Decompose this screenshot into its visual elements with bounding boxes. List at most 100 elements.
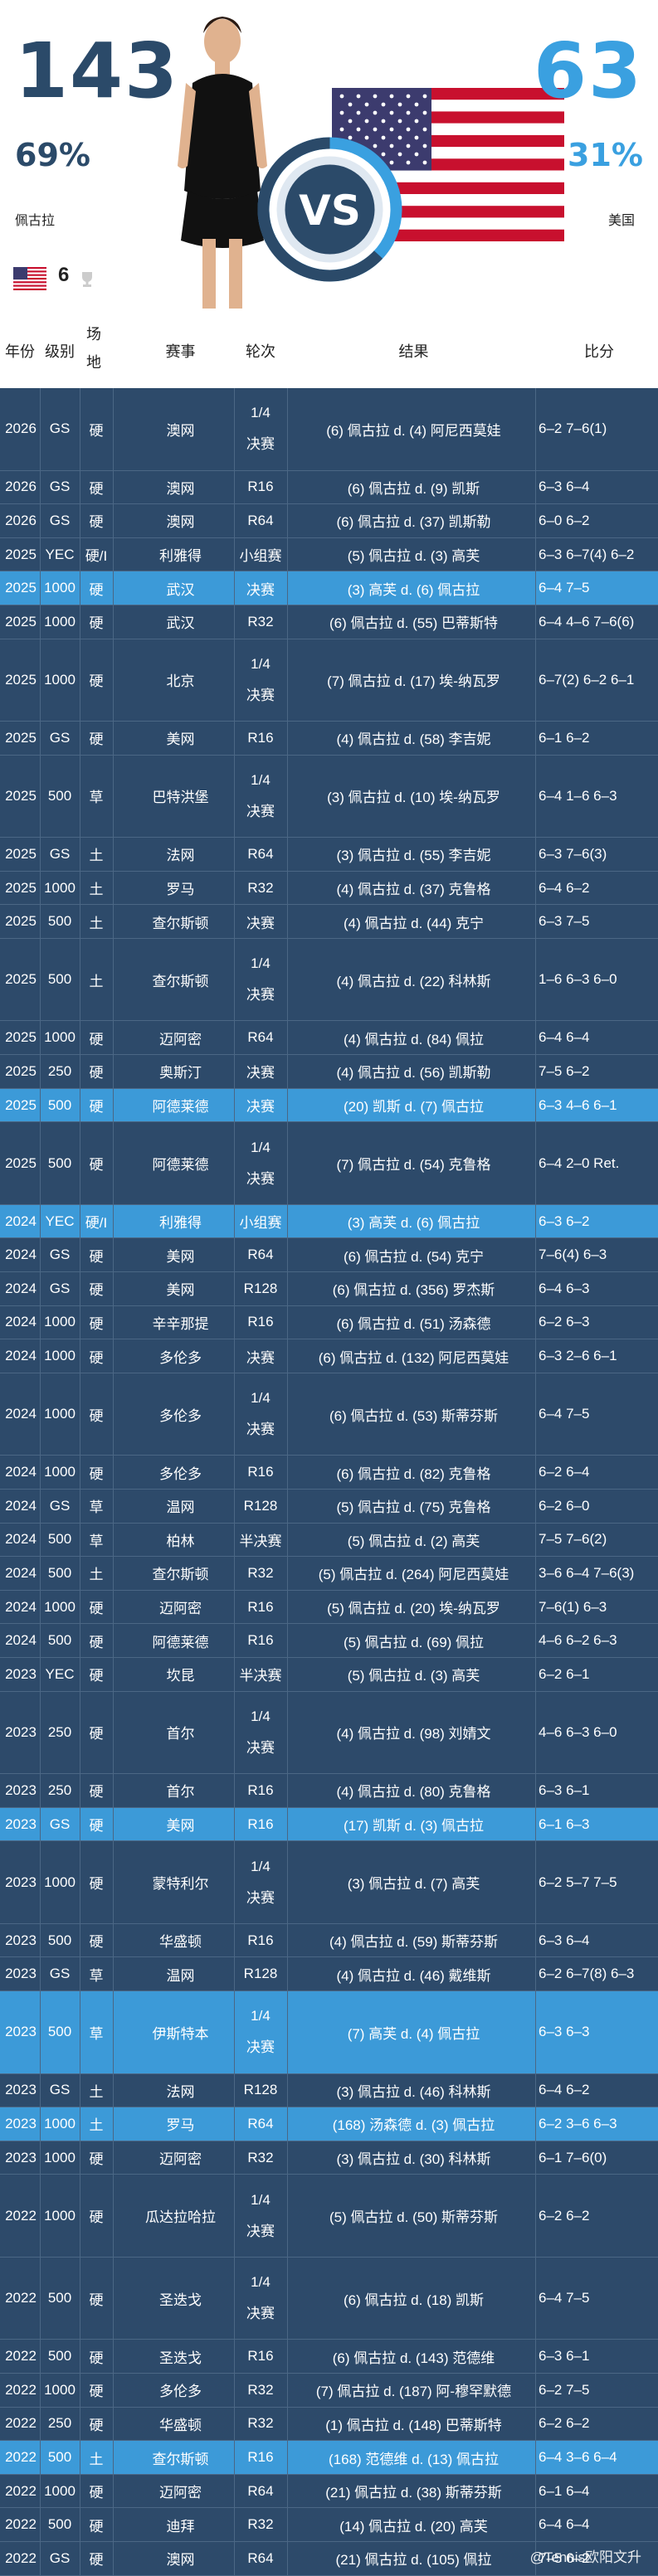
row-event: 武汉: [166, 581, 195, 598]
row-year: 2025: [5, 729, 37, 746]
row-event: 查尔斯顿: [152, 1567, 209, 1583]
table-row: 2023 GS 硬 美网 R16 (17) 凯斯 d. (3) 佩古拉 6–1 6–3: [0, 1807, 658, 1842]
row-round: R64: [247, 512, 274, 528]
column-divider: [113, 2141, 114, 2175]
row-result: (21) 佩古拉 d. (105) 佩拉: [335, 2552, 492, 2569]
row-round: 1/4决赛: [234, 1841, 287, 1923]
row-round: R64: [247, 1247, 274, 1263]
row-year: 2022: [5, 2290, 37, 2306]
row-score: 6–2 6–3: [539, 1314, 590, 1330]
row-score: 6–4 6–4: [539, 1029, 590, 1046]
row-event: 美网: [166, 1248, 195, 1265]
row-level: 1000: [44, 1874, 76, 1890]
row-year: 2022: [5, 2348, 37, 2365]
row-surface: 硬: [89, 1818, 104, 1835]
row-surface: 土: [89, 2083, 104, 2100]
column-divider: [113, 571, 114, 605]
column-divider: [113, 1991, 114, 2073]
row-year: 2023: [5, 2024, 37, 2040]
col-round: 轮次: [246, 343, 275, 360]
row-result: (4) 佩古拉 d. (56) 凯斯勒: [336, 1065, 491, 1081]
row-surface: 草: [89, 2025, 104, 2042]
row-level: 1000: [44, 2207, 76, 2224]
row-event: 辛辛那提: [152, 1315, 209, 1332]
row-surface: 硬: [89, 581, 104, 598]
table-row: 2025 1000 硬 武汉 R32 (6) 佩古拉 d. (55) 巴蒂斯特 6–4 4–…: [0, 605, 658, 639]
row-round: R16: [247, 479, 274, 495]
row-surface: 草: [89, 1967, 104, 1984]
row-year: 2023: [5, 1723, 37, 1740]
row-surface: 硬: [89, 1407, 104, 1424]
table-row: 2024 1000 硬 多伦多 R16 (6) 佩古拉 d. (82) 克鲁格 6–2 6–…: [0, 1456, 658, 1490]
row-surface: 草: [89, 1533, 104, 1549]
table-row: 2022 500 硬 圣迭戈 1/4决赛 (6) 佩古拉 d. (18) 凯斯 6–4 7–…: [0, 2257, 658, 2340]
row-event: 坎昆: [166, 1668, 195, 1684]
row-surface: 硬/I: [85, 548, 108, 565]
table-row: 2025 1000 硬 北京 1/4决赛 (7) 佩古拉 d. (17) 埃-纳瓦罗 6–7…: [0, 639, 658, 722]
row-round: R64: [247, 1029, 274, 1046]
row-year: 2024: [5, 1632, 37, 1649]
table-row: 2025 1000 硬 武汉 决赛 (3) 高芙 d. (6) 佩古拉 6–4 7–5: [0, 571, 658, 605]
row-round: 1/4决赛: [234, 756, 287, 838]
row-result: (3) 高芙 d. (6) 佩古拉: [347, 581, 480, 598]
row-round: R32: [247, 613, 274, 629]
vs-badge: VS: [257, 137, 402, 282]
row-result: (6) 佩古拉 d. (37) 凯斯勒: [336, 514, 491, 531]
row-round: R32: [247, 879, 274, 896]
row-surface: 土: [89, 915, 104, 931]
row-score: 6–3 4–6 6–1: [539, 1096, 617, 1113]
table-row: 2025 500 硬 阿德莱德 1/4决赛 (7) 佩古拉 d. (54) 克鲁格 6–4 …: [0, 1122, 658, 1205]
column-divider: [113, 639, 114, 722]
row-score: 6–3 6–1: [539, 2348, 590, 2365]
row-level: YEC: [45, 1665, 75, 1682]
row-result: (3) 佩古拉 d. (7) 高芙: [347, 1876, 480, 1893]
row-surface: 硬: [89, 2384, 104, 2400]
row-result: (6) 佩古拉 d. (4) 阿尼西莫娃: [326, 422, 501, 439]
row-level: 500: [47, 1932, 72, 1948]
row-level: GS: [49, 845, 71, 862]
row-year: 2024: [5, 1531, 37, 1548]
row-level: 1000: [44, 1348, 76, 1364]
row-event: 北京: [166, 673, 195, 690]
row-round-text: 1/4决赛: [246, 2008, 275, 2056]
right-player-wins: 63: [533, 27, 643, 115]
column-divider: [113, 605, 114, 639]
row-year: 2023: [5, 1665, 37, 1682]
row-result: (7) 高芙 d. (4) 佩古拉: [347, 2025, 480, 2042]
row-score: 6–4 7–5: [539, 1406, 590, 1422]
column-divider: [113, 1088, 114, 1122]
row-round-text: 1/4决赛: [246, 771, 275, 819]
row-score: 7–6(4) 6–3: [539, 1247, 607, 1263]
row-year: 2022: [5, 2449, 37, 2466]
column-divider: [113, 2407, 114, 2441]
row-round: R32: [247, 2516, 274, 2533]
table-row: 2025 500 硬 阿德莱德 决赛 (20) 凯斯 d. (7) 佩古拉 6–3 4–6 …: [0, 1088, 658, 1123]
row-result: (17) 凯斯 d. (3) 佩古拉: [343, 1818, 485, 1835]
row-year: 2024: [5, 1247, 37, 1263]
row-level: GS: [49, 1815, 71, 1832]
row-year: 2022: [5, 2207, 37, 2224]
row-score: 7–5 6–2: [539, 1062, 590, 1079]
table-row: 2025 500 土 查尔斯顿 决赛 (4) 佩古拉 d. (44) 克宁 6–3 7–5: [0, 905, 658, 939]
row-result: (6) 佩古拉 d. (51) 汤森德: [336, 1315, 491, 1332]
table-row: 2025 YEC 硬/I 利雅得 小组赛 (5) 佩古拉 d. (3) 高芙 6–3 6–7…: [0, 537, 658, 572]
row-event: 利雅得: [159, 548, 202, 565]
row-event: 迈阿密: [159, 1031, 202, 1047]
row-level: 500: [47, 1564, 72, 1581]
col-year: 年份: [5, 343, 35, 360]
left-player-win-pct: 69%: [15, 137, 90, 173]
row-year: 2024: [5, 1464, 37, 1480]
row-level: YEC: [45, 1213, 75, 1229]
row-event: 温网: [166, 1499, 195, 1516]
row-score: 6–4 6–3: [539, 1280, 590, 1296]
row-result: (21) 佩古拉 d. (38) 斯蒂芬斯: [325, 2485, 502, 2501]
table-row: 2026 GS 硬 澳网 1/4决赛 (6) 佩古拉 d. (4) 阿尼西莫娃 6–2 7–…: [0, 388, 658, 471]
row-round: 1/4决赛: [234, 2175, 287, 2257]
row-level: 1000: [44, 879, 76, 896]
column-divider: [113, 1456, 114, 1489]
row-year: 2026: [5, 479, 37, 495]
row-round-text: 1/4决赛: [246, 955, 275, 1004]
row-surface: 硬: [89, 1031, 104, 1047]
column-divider: [113, 1523, 114, 1557]
row-round: R64: [247, 2549, 274, 2566]
